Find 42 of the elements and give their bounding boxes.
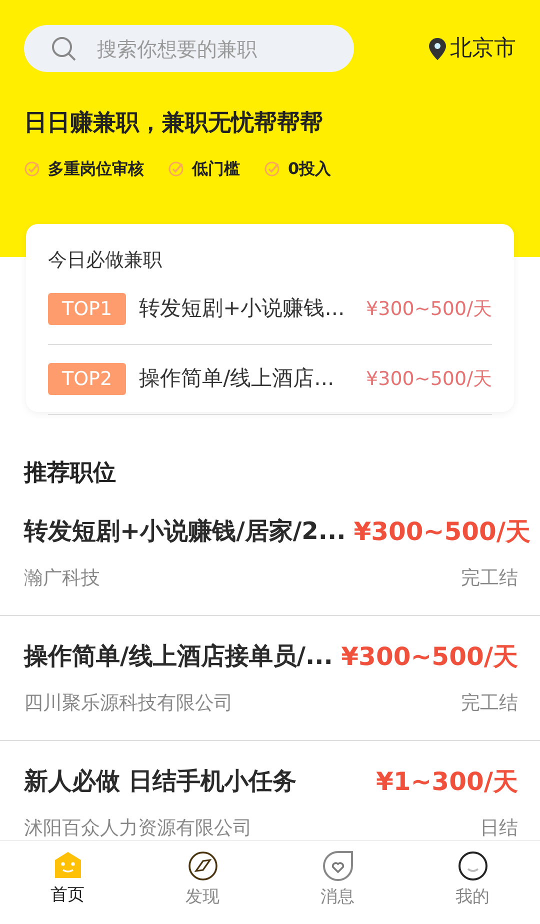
card-title: 今日必做兼职 bbox=[48, 248, 163, 273]
section-title: 推荐职位 bbox=[24, 459, 117, 488]
tab-item[interactable]: 消息 bbox=[270, 841, 405, 924]
location-pin-icon bbox=[429, 38, 446, 60]
check-icon bbox=[264, 160, 280, 176]
job-title: 转发短剧+小说赚钱/居家/2... bbox=[24, 516, 346, 548]
company-name: 四川聚乐源科技有限公司 bbox=[24, 691, 233, 716]
settlement-text: 完工结 bbox=[461, 691, 518, 716]
job-title: 操作简单/线上酒店接单员/... bbox=[24, 641, 333, 672]
compass-icon bbox=[188, 851, 218, 881]
check-icon bbox=[24, 160, 40, 176]
job-title: 新人必做 日结手机小任务 bbox=[24, 766, 296, 798]
company-name: 瀚广科技 bbox=[24, 566, 100, 591]
settlement-text: 日结 bbox=[480, 816, 518, 841]
feature-label: 多重岗位审核 bbox=[48, 158, 144, 180]
message-heart-icon bbox=[322, 851, 352, 881]
smile-circle-icon bbox=[458, 851, 488, 881]
tab-item[interactable]: 发现 bbox=[135, 841, 270, 924]
feature-label: 低门槛 bbox=[192, 158, 240, 180]
pay-text: ¥1~300/天 bbox=[376, 766, 518, 798]
job-listing[interactable]: 转发短剧+小说赚钱/居家/2... ¥300~500/天 瀚广科技 完工结 bbox=[0, 490, 540, 616]
pay-text: ¥300~500/天 bbox=[366, 296, 492, 322]
pay-text: ¥300~500/天 bbox=[341, 640, 518, 672]
tab-item[interactable]: 我的 bbox=[405, 841, 540, 924]
settlement-text: 完工结 bbox=[461, 566, 518, 591]
pay-text: ¥300~500/天 bbox=[354, 516, 531, 548]
job-title[interactable]: 操作简单/线上酒店... bbox=[139, 363, 366, 395]
check-icon bbox=[168, 160, 184, 176]
company-name: 沭阳百众人力资源有限公司 bbox=[24, 816, 252, 841]
headline: 日日赚兼职，兼职无忧帮帮帮 bbox=[24, 109, 324, 138]
search-icon bbox=[51, 36, 77, 62]
rank-tag: TOP1 bbox=[48, 292, 126, 326]
tab-item[interactable]: 首页 bbox=[0, 841, 135, 924]
pay-text: ¥300~500/天 bbox=[366, 366, 492, 392]
feature-label: 0投入 bbox=[288, 158, 332, 180]
home-icon bbox=[54, 851, 82, 879]
job-title[interactable]: 转发短剧+小说赚钱... bbox=[139, 293, 366, 325]
job-listing[interactable]: 操作简单/线上酒店接单员/... ¥300~500/天 四川聚乐源科技有限公司 完工结 bbox=[0, 616, 540, 740]
search-field[interactable]: 搜索你想要的兼职 bbox=[24, 25, 354, 72]
rank-tag: TOP2 bbox=[48, 362, 126, 396]
city-selector[interactable]: 北京市 bbox=[450, 32, 516, 65]
job-listing[interactable]: 新人必做 日结手机小任务 ¥1~300/天 沭阳百众人力资源有限公司 日结 bbox=[0, 740, 540, 840]
